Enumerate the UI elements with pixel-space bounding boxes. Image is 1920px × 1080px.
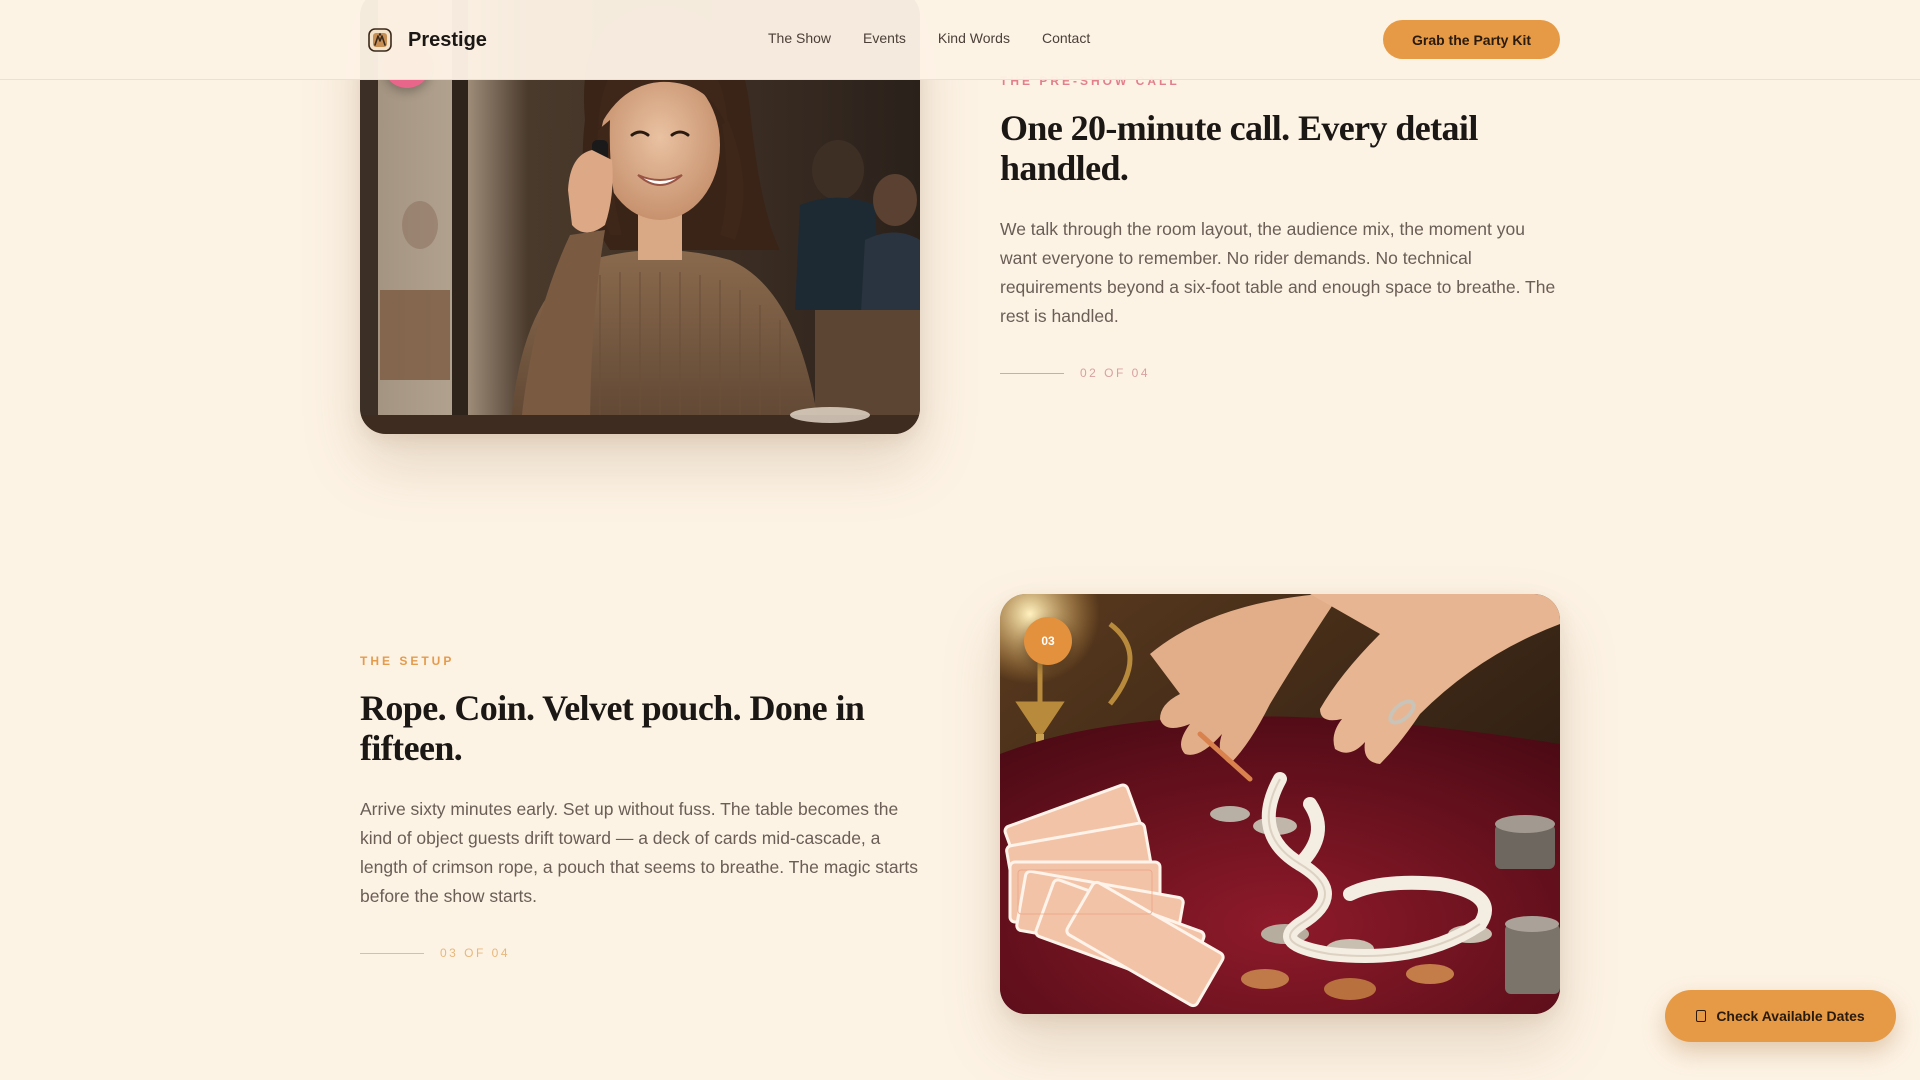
step-counter: 03 of 04 bbox=[360, 946, 920, 960]
brand-name: Prestige bbox=[408, 28, 487, 51]
step-heading: Rope. Coin. Velvet pouch. Done in fiftee… bbox=[360, 688, 865, 768]
step-eyebrow: The Setup bbox=[360, 654, 455, 668]
step-setup: The Setup Rope. Coin. Velvet pouch. Done… bbox=[360, 654, 920, 960]
step-counter-text: 03 of 04 bbox=[440, 946, 511, 960]
setup-image bbox=[1000, 594, 1560, 1014]
step-body: We talk through the room layout, the aud… bbox=[1000, 219, 1556, 326]
step-badge-03: 03 bbox=[1024, 617, 1072, 665]
check-available-dates-label: Check Available Dates bbox=[1716, 1008, 1865, 1024]
counter-divider bbox=[1000, 372, 1064, 374]
step-heading: One 20-minute call. Every detail handled… bbox=[1000, 108, 1478, 188]
nav-link-kind-words[interactable]: Kind Words bbox=[938, 30, 1010, 46]
step-counter-text: 02 of 04 bbox=[1080, 366, 1151, 380]
top-nav: Prestige The Show Events Kind Words Cont… bbox=[0, 0, 1920, 80]
calendar-icon bbox=[1696, 1010, 1707, 1022]
brand[interactable]: Prestige bbox=[368, 27, 487, 53]
page: Prestige The Show Events Kind Words Cont… bbox=[0, 0, 1920, 1080]
grab-party-kit-button[interactable]: Grab the Party Kit bbox=[1383, 20, 1560, 59]
check-available-dates-button[interactable]: Check Available Dates bbox=[1665, 990, 1896, 1042]
logo-icon bbox=[368, 28, 392, 52]
magic-table-illustration bbox=[1000, 594, 1560, 1014]
step-counter: 02 of 04 bbox=[1000, 366, 1560, 380]
nav-link-the-show[interactable]: The Show bbox=[768, 30, 831, 46]
nav-link-contact[interactable]: Contact bbox=[1042, 30, 1090, 46]
counter-divider bbox=[360, 952, 424, 954]
step-body: Arrive sixty minutes early. Set up witho… bbox=[360, 799, 919, 906]
nav-link-events[interactable]: Events bbox=[863, 30, 906, 46]
nav-links: The Show Events Kind Words Contact bbox=[768, 30, 1090, 46]
step-pre-show-call: The Pre-Show Call One 20-minute call. Ev… bbox=[1000, 74, 1560, 380]
